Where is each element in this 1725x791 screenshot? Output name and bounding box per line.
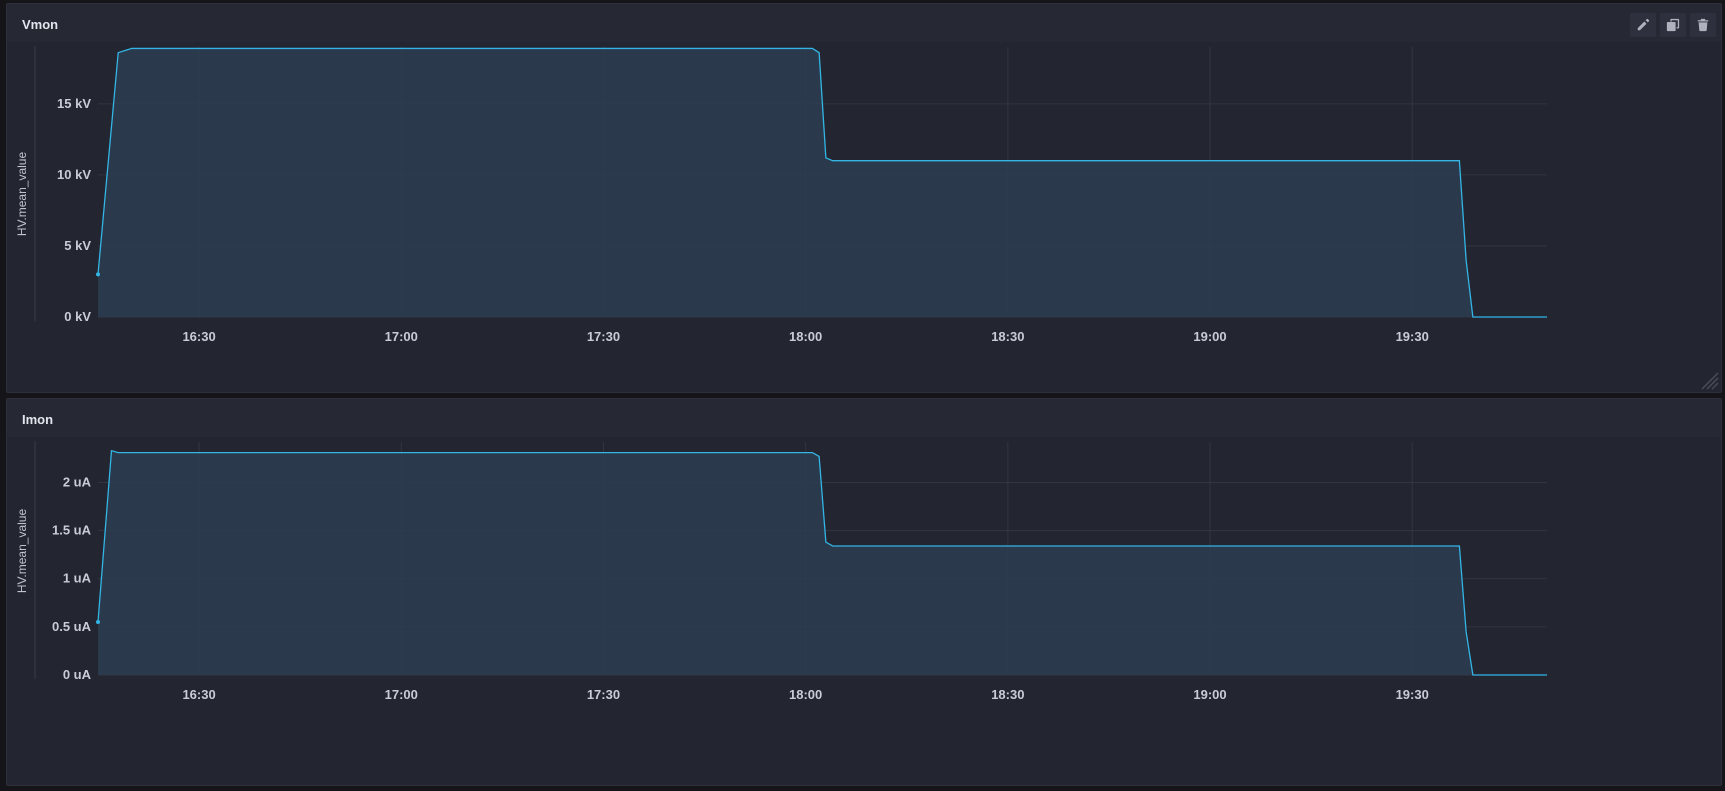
- x-tick-label: 19:30: [1396, 329, 1429, 344]
- series-area: [98, 48, 1547, 317]
- y-tick-label: 2 uA: [63, 474, 92, 489]
- x-tick-label: 17:00: [385, 329, 418, 344]
- x-tick-label: 17:30: [587, 329, 620, 344]
- resize-handle-icon[interactable]: [1697, 368, 1719, 390]
- y-tick-label: 10 kV: [57, 167, 91, 182]
- x-tick-label: 18:30: [991, 687, 1024, 702]
- start-point-marker: [96, 620, 100, 625]
- x-tick-label: 17:30: [587, 687, 620, 702]
- x-tick-label: 19:00: [1193, 329, 1226, 344]
- vmon-panel: Vmon 0 kV 5 kV 10 kV 15 kV 16:30 17:00 17:30 18…: [6, 3, 1722, 393]
- vmon-chart[interactable]: 0 kV 5 kV 10 kV 15 kV 16:30 17:00 17:30 18:00 18…: [7, 4, 1723, 394]
- imon-chart[interactable]: 0 uA 0.5 uA 1 uA 1.5 uA 2 uA 16:30 17:00 17:30 1…: [7, 399, 1723, 787]
- imon-panel: Imon 0 uA 0.5 uA 1 uA 1.5 uA 2 uA 16:30 17:00 1…: [6, 398, 1722, 786]
- y-tick-label: 15 kV: [57, 96, 91, 111]
- y-tick-label: 0 kV: [64, 309, 91, 324]
- y-tick-label: 0.5 uA: [52, 619, 92, 634]
- x-tick-label: 19:00: [1193, 687, 1226, 702]
- y-tick-label: 5 kV: [64, 238, 91, 253]
- y-axis-label: HV.mean_value: [15, 509, 29, 594]
- x-tick-label: 18:30: [991, 329, 1024, 344]
- x-tick-label: 17:00: [385, 687, 418, 702]
- x-tick-label: 19:30: [1396, 687, 1429, 702]
- x-tick-label: 18:00: [789, 329, 822, 344]
- y-tick-label: 1 uA: [63, 571, 92, 586]
- y-tick-label: 0 uA: [63, 667, 92, 682]
- start-point-marker: [96, 272, 100, 277]
- x-tick-label: 18:00: [789, 687, 822, 702]
- x-tick-label: 16:30: [182, 329, 215, 344]
- y-axis-label: HV.mean_value: [15, 152, 29, 237]
- series-area: [98, 450, 1547, 675]
- y-tick-label: 1.5 uA: [52, 523, 92, 538]
- x-tick-label: 16:30: [182, 687, 215, 702]
